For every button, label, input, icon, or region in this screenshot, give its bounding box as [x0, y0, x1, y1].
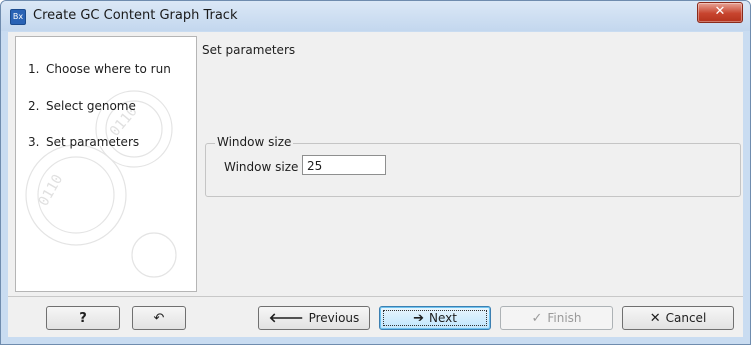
step-select-genome: 2. Select genome	[28, 99, 136, 113]
reset-icon: ↶	[153, 310, 165, 326]
checkmark-icon: ✓	[531, 310, 543, 326]
step-label: Choose where to run	[46, 62, 171, 76]
step-number: 1.	[28, 62, 40, 76]
help-icon: ?	[79, 310, 87, 326]
arrow-left-icon: 🡐	[268, 310, 304, 326]
step-choose-where-to-run: 1. Choose where to run	[28, 62, 171, 76]
app-icon: Bx	[10, 9, 26, 25]
group-title: Window size	[215, 135, 294, 149]
page-heading: Set parameters	[202, 43, 296, 57]
finish-label: Finish	[547, 311, 582, 325]
help-button[interactable]: ?	[46, 306, 120, 330]
cancel-button[interactable]: ✕ Cancel	[622, 306, 734, 330]
window-size-input[interactable]: 25	[302, 155, 386, 175]
previous-button[interactable]: 🡐 Previous	[258, 306, 370, 330]
step-number: 3.	[28, 135, 40, 149]
window-size-group: Window size Window size 25	[205, 135, 741, 197]
reset-button[interactable]: ↶	[132, 306, 186, 330]
window-size-label: Window size	[224, 160, 299, 174]
wizard-steps-panel: 0110 0110 1. Choose where to run 2. Select…	[15, 36, 197, 292]
dialog-body: 0110 0110 1. Choose where to run 2. Select…	[8, 32, 743, 337]
title-bar[interactable]: Bx Create GC Content Graph Track ✕	[1, 1, 750, 31]
previous-label: Previous	[308, 311, 360, 325]
close-icon: ✕	[649, 310, 661, 326]
cancel-label: Cancel	[665, 311, 707, 325]
finish-button[interactable]: ✓ Finish	[500, 306, 613, 330]
panel-divider	[196, 36, 197, 292]
close-button[interactable]: ✕	[697, 2, 743, 23]
focus-ring	[383, 310, 487, 326]
svg-text:0110: 0110	[36, 172, 67, 209]
next-button[interactable]: ➔ Next	[379, 306, 491, 330]
footer-divider	[8, 296, 743, 297]
step-label: Set parameters	[46, 135, 140, 149]
dialog-window: Bx Create GC Content Graph Track ✕ 0110 …	[0, 0, 751, 345]
step-number: 2.	[28, 99, 40, 113]
window-title: Create GC Content Graph Track	[33, 8, 238, 23]
step-set-parameters: 3. Set parameters	[28, 135, 139, 149]
step-label: Select genome	[46, 99, 136, 113]
